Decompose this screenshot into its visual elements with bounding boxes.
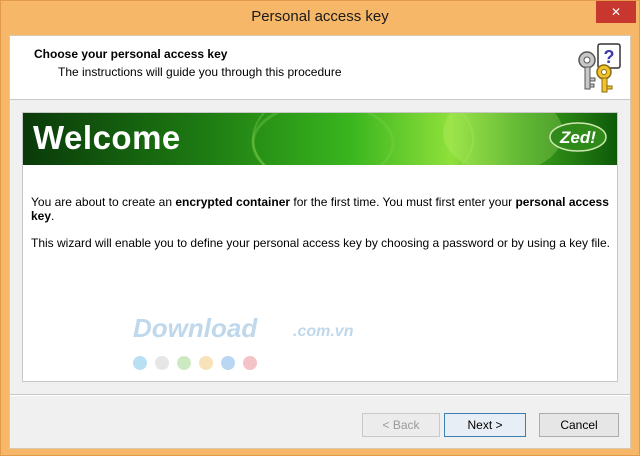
wizard-header: Choose your personal access key The inst…	[10, 36, 630, 100]
svg-text:?: ?	[604, 47, 615, 67]
content-panel: Welcome Zed! You are about to create an …	[22, 112, 618, 382]
back-button[interactable]: < Back	[362, 413, 440, 437]
watermark-dots	[133, 356, 273, 372]
watermark-dot	[155, 356, 169, 370]
watermark-dot	[243, 356, 257, 370]
wizard-body: Choose your personal access key The inst…	[9, 35, 631, 449]
header-title: Choose your personal access key	[34, 47, 228, 61]
intro-text-encrypted-container: encrypted container	[175, 195, 291, 209]
wizard-description: This wizard will enable you to define yo…	[31, 236, 610, 250]
watermark-dot	[199, 356, 213, 370]
intro-paragraph: You are about to create an encrypted con…	[31, 195, 611, 223]
keys-question-icon: ?	[578, 43, 621, 93]
intro-text-1: You are about to create an	[31, 195, 176, 209]
header-subtitle: The instructions will guide you through …	[58, 65, 342, 79]
footer-separator	[10, 394, 630, 396]
watermark-text: Download	[133, 313, 258, 343]
intro-text-2: for the first time. You must first enter…	[290, 195, 516, 209]
next-button[interactable]: Next >	[444, 413, 526, 437]
zed-logo-text: Zed!	[559, 128, 596, 147]
close-button[interactable]: ✕	[596, 1, 636, 23]
welcome-banner: Welcome Zed!	[23, 113, 617, 165]
intro-text-3: .	[51, 209, 55, 223]
watermark-suffix: .com.vn	[293, 323, 354, 340]
title-bar[interactable]: Personal access key ✕	[1, 1, 639, 35]
watermark: Download .com.vn	[133, 313, 373, 349]
zed-logo: Zed!	[549, 122, 607, 152]
wizard-window: Personal access key ✕ Choose your person…	[0, 0, 640, 456]
watermark-dot	[221, 356, 235, 370]
watermark-dot	[133, 356, 147, 370]
banner-title: Welcome	[33, 119, 181, 156]
watermark-dot	[177, 356, 191, 370]
cancel-button[interactable]: Cancel	[539, 413, 619, 437]
window-title: Personal access key	[251, 8, 389, 25]
